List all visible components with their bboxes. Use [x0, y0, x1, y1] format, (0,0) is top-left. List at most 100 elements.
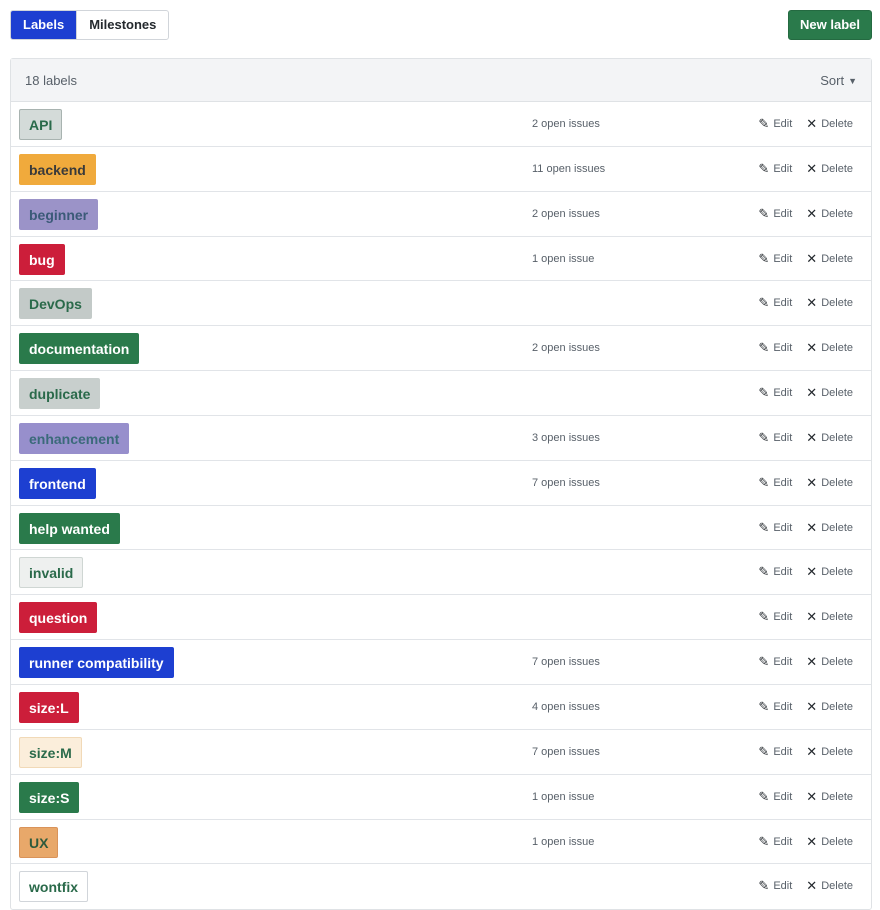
label-tag[interactable]: enhancement	[19, 422, 130, 454]
label-tag[interactable]: frontend	[19, 467, 96, 499]
edit-button[interactable]: ✎ Edit	[758, 326, 792, 370]
edit-button[interactable]: ✎ Edit	[758, 730, 792, 774]
close-icon: ✕	[806, 429, 818, 445]
pencil-icon: ✎	[758, 878, 770, 894]
sort-dropdown[interactable]: Sort ▼	[820, 73, 857, 88]
edit-button[interactable]: ✎ Edit	[758, 506, 792, 550]
delete-button[interactable]: ✕ Delete	[806, 730, 853, 774]
delete-label: Delete	[821, 880, 853, 893]
open-issues-link[interactable]: 3 open issues	[532, 416, 600, 460]
edit-button[interactable]: ✎ Edit	[758, 281, 792, 325]
open-issues-link[interactable]: 7 open issues	[532, 730, 600, 774]
pencil-icon: ✎	[758, 654, 770, 670]
label-tag[interactable]: size:M	[19, 736, 82, 768]
tab-labels[interactable]: Labels	[11, 11, 77, 39]
label-tag[interactable]: backend	[19, 153, 96, 185]
label-tag[interactable]: UX	[19, 826, 59, 858]
delete-button[interactable]: ✕ Delete	[806, 820, 853, 864]
edit-button[interactable]: ✎ Edit	[758, 102, 792, 146]
label-actions: ✎ Edit ✕ Delete	[758, 326, 853, 370]
delete-button[interactable]: ✕ Delete	[806, 640, 853, 684]
pencil-icon: ✎	[758, 698, 770, 714]
edit-button[interactable]: ✎ Edit	[758, 416, 792, 460]
close-icon: ✕	[806, 385, 818, 401]
edit-label: Edit	[773, 162, 793, 175]
delete-button[interactable]: ✕ Delete	[806, 506, 853, 550]
open-issues-link[interactable]: 1 open issue	[532, 775, 594, 819]
open-issues-link[interactable]: 7 open issues	[532, 461, 600, 505]
label-tag[interactable]: documentation	[19, 333, 140, 365]
delete-button[interactable]: ✕ Delete	[806, 192, 853, 236]
label-tag[interactable]: beginner	[19, 198, 99, 230]
edit-button[interactable]: ✎ Edit	[758, 192, 792, 236]
edit-button[interactable]: ✎ Edit	[758, 371, 792, 415]
delete-button[interactable]: ✕ Delete	[806, 416, 853, 460]
pencil-icon: ✎	[758, 205, 770, 221]
delete-button[interactable]: ✕ Delete	[806, 281, 853, 325]
delete-label: Delete	[821, 611, 853, 624]
label-tag[interactable]: duplicate	[19, 378, 101, 410]
label-tag[interactable]: API	[19, 109, 63, 140]
close-icon: ✕	[806, 205, 818, 221]
label-tag[interactable]: size:S	[19, 781, 80, 813]
labels-header: 18 labels Sort ▼	[11, 59, 871, 102]
edit-label: Edit	[773, 342, 793, 355]
label-tag[interactable]: runner compatibility	[19, 647, 174, 679]
new-label-button[interactable]: New label	[788, 10, 872, 40]
open-issues-link[interactable]: 4 open issues	[532, 685, 600, 729]
delete-button[interactable]: ✕ Delete	[806, 461, 853, 505]
edit-button[interactable]: ✎ Edit	[758, 864, 792, 908]
label-tag[interactable]: help wanted	[19, 512, 120, 544]
edit-button[interactable]: ✎ Edit	[758, 237, 792, 281]
delete-button[interactable]: ✕ Delete	[806, 237, 853, 281]
label-tag[interactable]: wontfix	[19, 871, 88, 903]
label-tag[interactable]: size:L	[19, 691, 79, 723]
close-icon: ✕	[806, 295, 818, 311]
delete-label: Delete	[821, 745, 853, 758]
open-issues-link[interactable]: 2 open issues	[532, 326, 600, 370]
delete-label: Delete	[821, 700, 853, 713]
edit-button[interactable]: ✎ Edit	[758, 640, 792, 684]
open-issues-link[interactable]: 11 open issues	[532, 147, 605, 191]
edit-button[interactable]: ✎ Edit	[758, 595, 792, 639]
delete-button[interactable]: ✕ Delete	[806, 550, 853, 594]
delete-label: Delete	[821, 656, 853, 669]
edit-button[interactable]: ✎ Edit	[758, 550, 792, 594]
delete-button[interactable]: ✕ Delete	[806, 864, 853, 908]
label-tag[interactable]: question	[19, 602, 98, 634]
close-icon: ✕	[806, 698, 818, 714]
label-actions: ✎ Edit ✕ Delete	[758, 237, 853, 281]
delete-button[interactable]: ✕ Delete	[806, 147, 853, 191]
sort-label: Sort	[820, 72, 845, 88]
label-tag[interactable]: bug	[19, 243, 65, 275]
delete-label: Delete	[821, 297, 853, 310]
open-issues-link[interactable]: 7 open issues	[532, 640, 600, 684]
delete-button[interactable]: ✕ Delete	[806, 326, 853, 370]
label-row: DevOps ✎ Edit ✕ Delete	[11, 281, 871, 327]
label-row: frontend 7 open issues ✎ Edit ✕ Delete	[11, 461, 871, 506]
delete-label: Delete	[821, 835, 853, 848]
edit-button[interactable]: ✎ Edit	[758, 820, 792, 864]
delete-button[interactable]: ✕ Delete	[806, 371, 853, 415]
edit-button[interactable]: ✎ Edit	[758, 775, 792, 819]
delete-button[interactable]: ✕ Delete	[806, 595, 853, 639]
open-issues-link[interactable]: 1 open issue	[532, 820, 594, 864]
delete-label: Delete	[821, 207, 853, 220]
edit-button[interactable]: ✎ Edit	[758, 147, 792, 191]
edit-button[interactable]: ✎ Edit	[758, 685, 792, 729]
delete-button[interactable]: ✕ Delete	[806, 685, 853, 729]
label-tag[interactable]: invalid	[19, 557, 84, 589]
caret-down-icon: ▼	[848, 75, 857, 86]
delete-button[interactable]: ✕ Delete	[806, 775, 853, 819]
close-icon: ✕	[806, 519, 818, 535]
edit-button[interactable]: ✎ Edit	[758, 461, 792, 505]
close-icon: ✕	[806, 743, 818, 759]
open-issues-link[interactable]: 2 open issues	[532, 102, 600, 146]
subnav: Labels Milestones	[10, 10, 170, 40]
edit-label: Edit	[773, 476, 793, 489]
delete-button[interactable]: ✕ Delete	[806, 102, 853, 146]
tab-milestones[interactable]: Milestones	[76, 11, 168, 39]
open-issues-link[interactable]: 1 open issue	[532, 237, 594, 281]
label-tag[interactable]: DevOps	[19, 288, 92, 320]
open-issues-link[interactable]: 2 open issues	[532, 192, 600, 236]
